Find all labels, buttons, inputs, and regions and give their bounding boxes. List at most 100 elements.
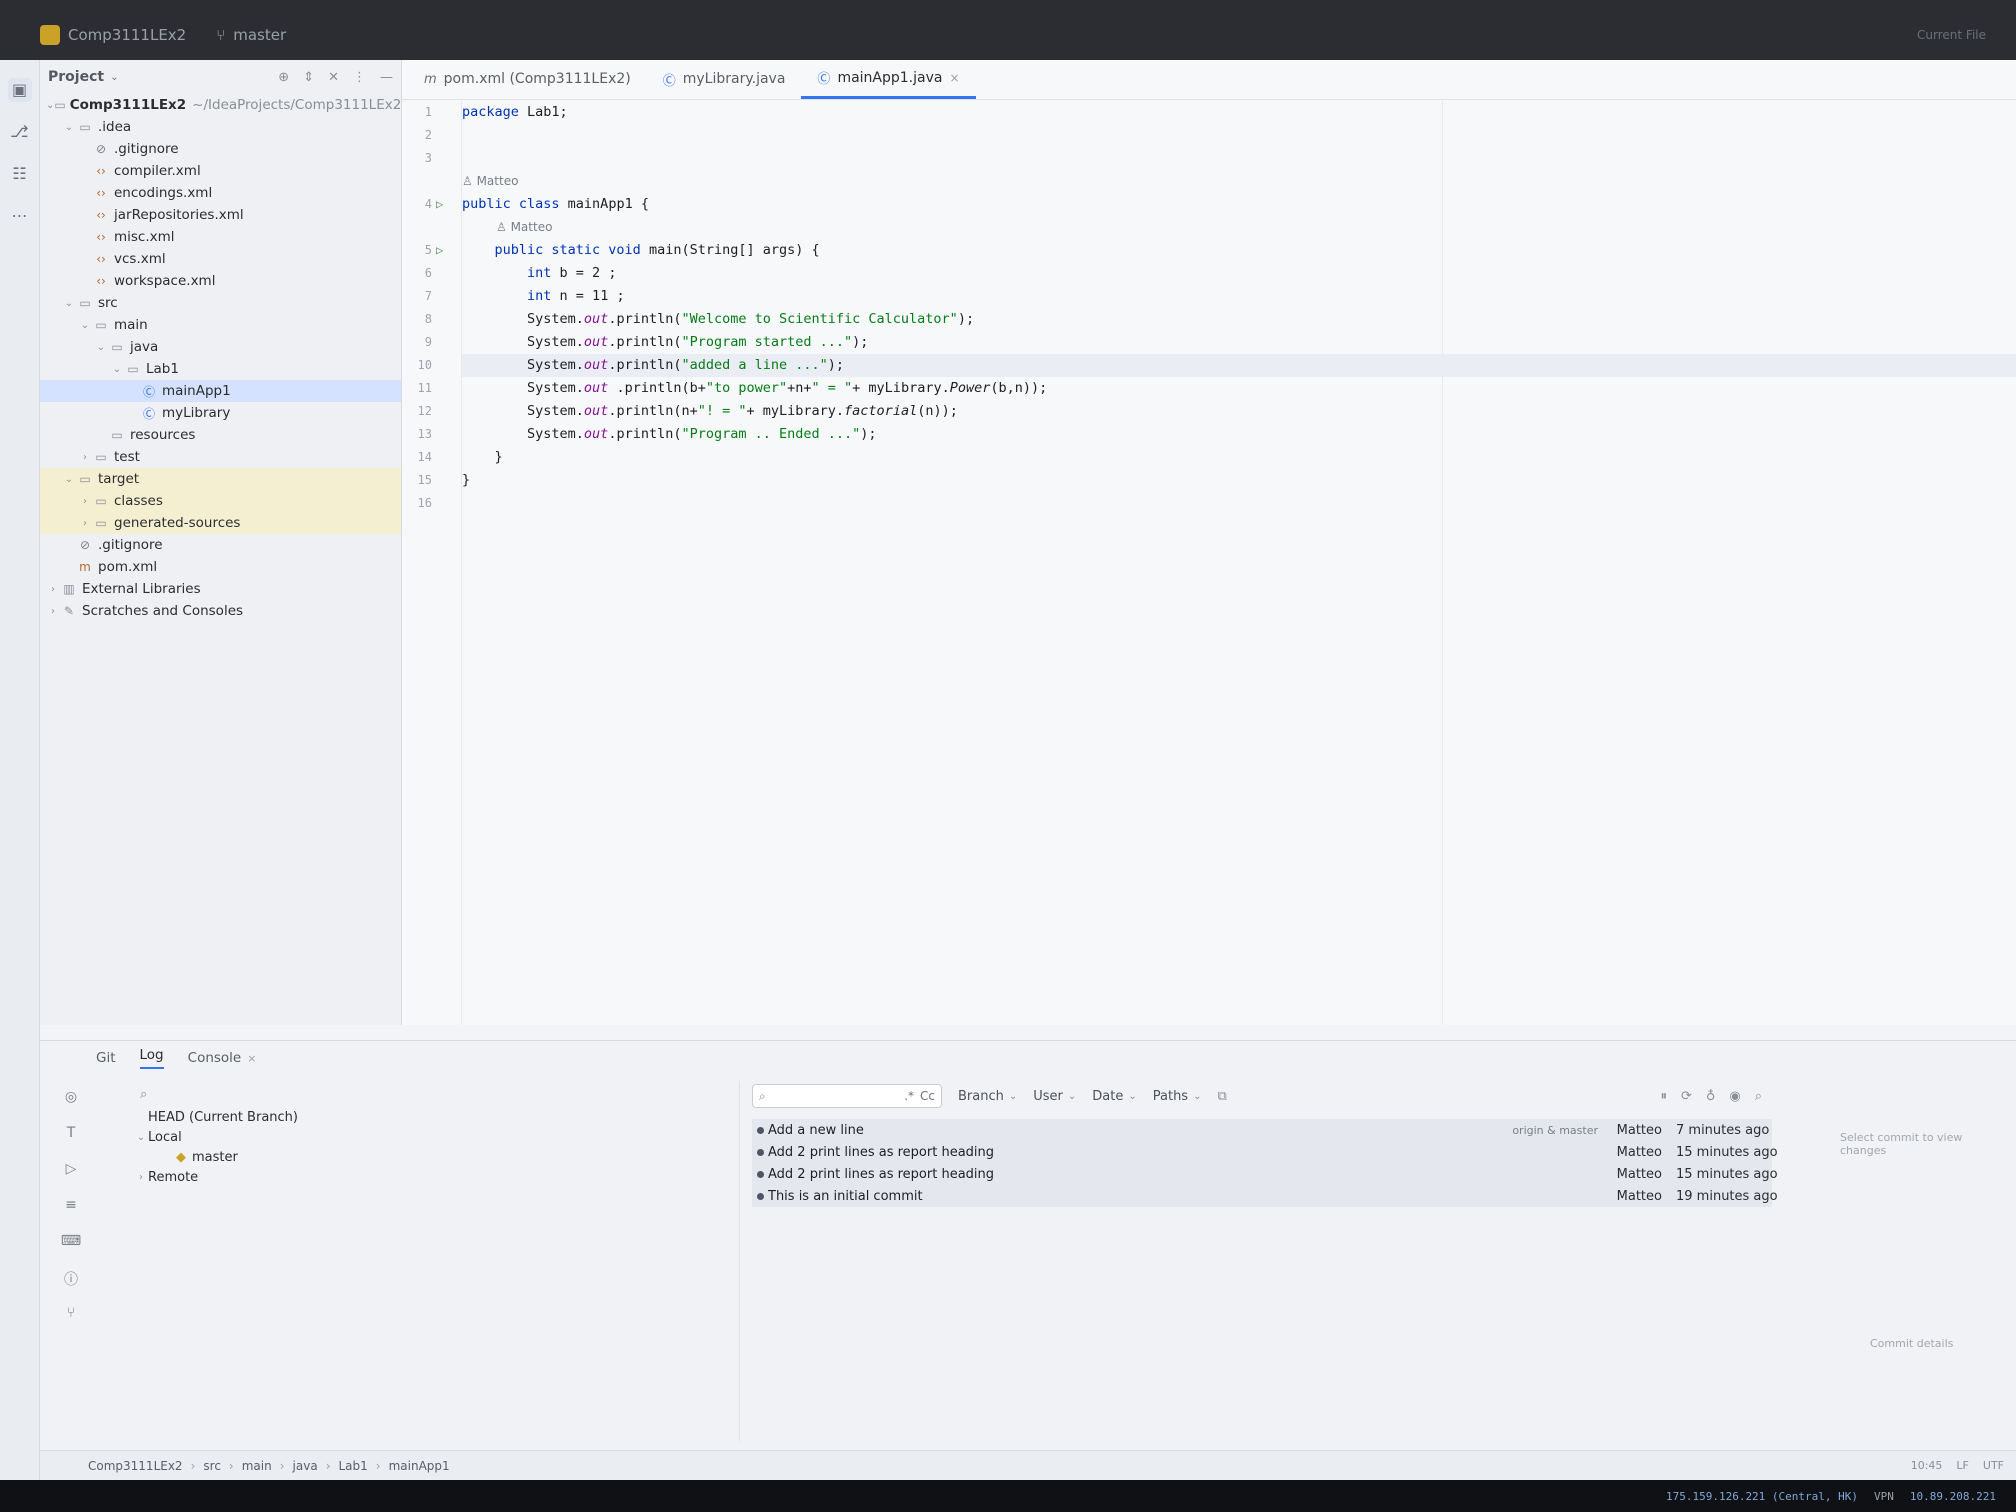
tree-item[interactable]: ▭ resources bbox=[40, 424, 401, 446]
chevron-right-icon[interactable]: › bbox=[78, 518, 92, 529]
code-area[interactable]: 1 package Lab1; 2 3 ♙ Matteo 4 ▷ public cla… bbox=[402, 101, 2016, 1025]
chevron-down-icon[interactable]: ⌄ bbox=[110, 72, 118, 83]
run-tool-icon[interactable]: ◎ bbox=[60, 1089, 82, 1111]
breadcrumb-item[interactable]: mainApp1 bbox=[389, 1459, 450, 1473]
case-toggle[interactable]: Cc bbox=[920, 1089, 935, 1103]
editor-tab[interactable]: ⒸmainApp1.java × bbox=[801, 59, 976, 99]
breadcrumb-item[interactable]: main bbox=[242, 1459, 272, 1473]
branch-remote-group[interactable]: › Remote bbox=[120, 1167, 739, 1187]
tree-item[interactable]: ⒸmainApp1 bbox=[40, 380, 401, 402]
git-tool-icon[interactable]: ⑂ bbox=[60, 1305, 82, 1327]
tree-item[interactable]: › ▭ generated-sources bbox=[40, 512, 401, 534]
branch-search[interactable]: ⌕ bbox=[120, 1081, 739, 1107]
new-tab-icon[interactable]: ⧉ bbox=[1217, 1089, 1226, 1104]
commit-tool-icon[interactable]: ⎇ bbox=[8, 120, 32, 144]
tree-item[interactable]: ‹› misc.xml bbox=[40, 226, 401, 248]
chevron-right-icon[interactable]: › bbox=[78, 452, 92, 463]
tree-item[interactable]: ‹› encodings.xml bbox=[40, 182, 401, 204]
tree-item[interactable]: ‹› compiler.xml bbox=[40, 160, 401, 182]
tree-item[interactable]: ⊘ .gitignore bbox=[40, 138, 401, 160]
tree-item[interactable]: ‹› vcs.xml bbox=[40, 248, 401, 270]
breadcrumb-item[interactable]: Lab1 bbox=[339, 1459, 368, 1473]
run-main-icon[interactable]: ▷ bbox=[436, 239, 443, 262]
tree-item[interactable]: ⌄ ▭ Comp3111LEx2 ~/IdeaProjects/Comp3111LEx… bbox=[40, 94, 401, 116]
problems-tool-icon[interactable]: ⓘ bbox=[60, 1269, 82, 1291]
cherry-pick-icon[interactable]: ♁ bbox=[1706, 1089, 1716, 1104]
filter-user[interactable]: User ⌄ bbox=[1033, 1089, 1076, 1104]
hide-icon[interactable]: — bbox=[380, 70, 393, 85]
terminal-tool-icon[interactable]: T bbox=[60, 1125, 82, 1147]
close-icon[interactable]: × bbox=[247, 1052, 256, 1065]
branch-switcher[interactable]: ⑂ master bbox=[216, 26, 286, 44]
tree-item[interactable]: ⌄ ▭ Lab1 bbox=[40, 358, 401, 380]
tab-log[interactable]: Log bbox=[139, 1047, 164, 1069]
run-configuration[interactable]: Current File bbox=[1917, 28, 1986, 42]
tree-item[interactable]: › ✎ Scratches and Consoles bbox=[40, 600, 401, 622]
pause-icon[interactable]: ⏸ bbox=[1660, 1089, 1667, 1104]
chevron-down-icon[interactable]: ⌄ bbox=[62, 298, 76, 309]
tree-item[interactable]: ⌄ ▭ main bbox=[40, 314, 401, 336]
tree-item[interactable]: ⒸmyLibrary bbox=[40, 402, 401, 424]
branch-head[interactable]: HEAD (Current Branch) bbox=[120, 1107, 739, 1127]
regex-toggle[interactable]: .* bbox=[904, 1089, 914, 1103]
filter-paths[interactable]: Paths ⌄ bbox=[1153, 1089, 1202, 1104]
file-encoding[interactable]: UTF bbox=[1983, 1459, 2004, 1472]
project-switcher[interactable]: Comp3111LEx2 bbox=[40, 25, 186, 45]
commit-row[interactable]: Add 2 print lines as report heading Matte… bbox=[752, 1163, 1778, 1185]
close-icon[interactable]: × bbox=[949, 71, 959, 85]
tree-item[interactable]: ⌄ ▭ .idea bbox=[40, 116, 401, 138]
chevron-right-icon[interactable]: › bbox=[46, 584, 60, 595]
line-separator[interactable]: LF bbox=[1956, 1459, 1968, 1472]
tree-item[interactable]: ⌄ ▭ java bbox=[40, 336, 401, 358]
branch-local-group[interactable]: ⌄ Local bbox=[120, 1127, 739, 1147]
project-tool-icon[interactable]: ▣ bbox=[7, 78, 32, 102]
options-icon[interactable]: ⋮ bbox=[353, 70, 366, 85]
breadcrumb-item[interactable]: java bbox=[293, 1459, 318, 1473]
tree-item[interactable]: ⊘ .gitignore bbox=[40, 534, 401, 556]
locate-icon[interactable]: ⊕ bbox=[278, 70, 289, 85]
chevron-down-icon[interactable]: ⌄ bbox=[78, 320, 92, 331]
debug-tool-icon[interactable]: ▷ bbox=[60, 1161, 82, 1183]
tree-item[interactable]: › ▭ classes bbox=[40, 490, 401, 512]
editor-tab[interactable]: ⒸmyLibrary.java bbox=[647, 59, 802, 99]
refresh-icon[interactable]: ⟳ bbox=[1681, 1089, 1692, 1104]
console-tool-icon[interactable]: ⌨ bbox=[60, 1233, 82, 1255]
chevron-right-icon[interactable]: › bbox=[78, 496, 92, 507]
editor-tab[interactable]: m pom.xml (Comp3111LEx2) bbox=[408, 59, 647, 99]
filter-date[interactable]: Date ⌄ bbox=[1092, 1089, 1136, 1104]
search-icon[interactable]: ⌕ bbox=[1755, 1089, 1762, 1104]
collapse-all-icon[interactable]: ✕ bbox=[328, 70, 339, 85]
tree-item[interactable]: m pom.xml bbox=[40, 556, 401, 578]
chevron-down-icon[interactable]: ⌄ bbox=[110, 364, 124, 375]
tree-item[interactable]: › ▥ External Libraries bbox=[40, 578, 401, 600]
commit-row[interactable]: Add a new line origin & master Matteo 7 min… bbox=[752, 1119, 1772, 1141]
tree-item[interactable]: ⌄ ▭ src bbox=[40, 292, 401, 314]
log-search-input[interactable] bbox=[771, 1089, 899, 1103]
chevron-right-icon[interactable]: › bbox=[46, 606, 60, 617]
caret-position[interactable]: 10:45 bbox=[1911, 1459, 1943, 1472]
eye-icon[interactable]: ◉ bbox=[1729, 1089, 1740, 1104]
breadcrumb-item[interactable]: Comp3111LEx2 bbox=[88, 1459, 183, 1473]
chevron-down-icon[interactable]: ⌄ bbox=[62, 474, 76, 485]
commit-row[interactable]: This is an initial commit Matteo 19 minute… bbox=[752, 1185, 1778, 1207]
tree-item[interactable]: ‹› workspace.xml bbox=[40, 270, 401, 292]
chevron-down-icon[interactable]: ⌄ bbox=[62, 122, 76, 133]
more-tools-icon[interactable]: ⋯ bbox=[8, 204, 32, 228]
code-lines[interactable]: 1 package Lab1; 2 3 ♙ Matteo 4 ▷ public cla… bbox=[418, 101, 2016, 515]
tab-git[interactable]: Git bbox=[96, 1050, 116, 1066]
breadcrumb-item[interactable]: src bbox=[203, 1459, 221, 1473]
commit-row[interactable]: Add 2 print lines as report heading Matte… bbox=[752, 1141, 1778, 1163]
structure-tool-icon[interactable]: ☷ bbox=[8, 162, 32, 186]
tree-item[interactable]: › ▭ test bbox=[40, 446, 401, 468]
log-search[interactable]: ⌕ .* Cc bbox=[752, 1084, 942, 1108]
run-class-icon[interactable]: ▷ bbox=[436, 193, 443, 216]
project-panel-title[interactable]: Project bbox=[48, 69, 104, 85]
todo-tool-icon[interactable]: ≡ bbox=[60, 1197, 82, 1219]
expand-all-icon[interactable]: ⇕ bbox=[303, 70, 314, 85]
chevron-down-icon[interactable]: ⌄ bbox=[94, 342, 108, 353]
filter-branch[interactable]: Branch ⌄ bbox=[958, 1089, 1017, 1104]
branch-master[interactable]: ◆ master bbox=[120, 1147, 739, 1167]
tree-item[interactable]: ‹› jarRepositories.xml bbox=[40, 204, 401, 226]
tab-console[interactable]: Console × bbox=[188, 1050, 257, 1066]
chevron-down-icon[interactable]: ⌄ bbox=[46, 100, 54, 111]
